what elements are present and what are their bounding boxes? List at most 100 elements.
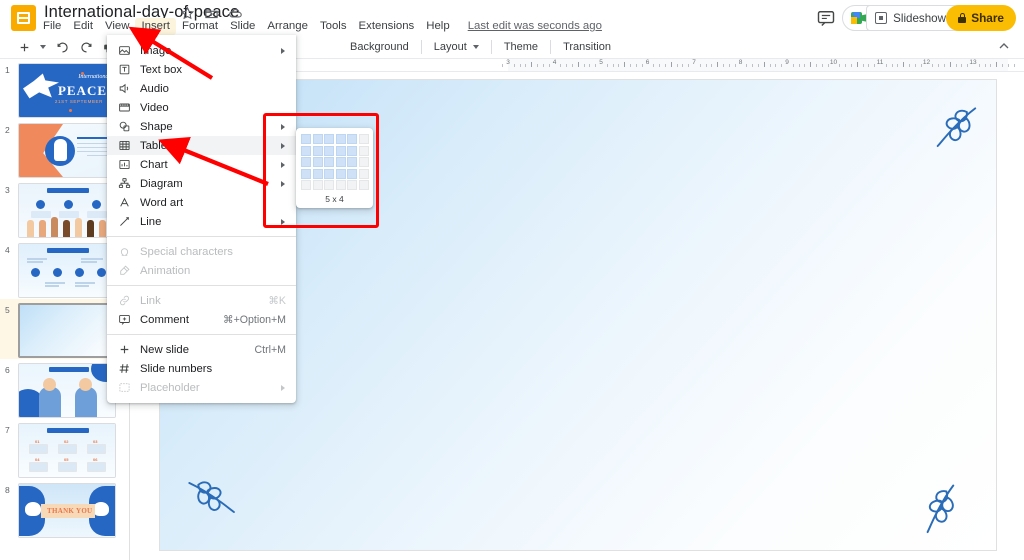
- menu-file[interactable]: File: [37, 18, 67, 35]
- ruler-tick: [1002, 64, 1004, 67]
- ruler-tick: [537, 64, 539, 67]
- menu-extensions[interactable]: Extensions: [353, 18, 421, 35]
- insert-menu-item-new-slide[interactable]: New slide Ctrl+M: [107, 340, 296, 359]
- ruler-tick: [746, 64, 748, 67]
- redo-button[interactable]: [74, 37, 98, 57]
- ruler-tick: [996, 62, 998, 67]
- ruler-tick: [1013, 64, 1015, 67]
- ruler-tick: [792, 64, 794, 67]
- slide-preview: [18, 363, 116, 418]
- menu-help[interactable]: Help: [420, 18, 455, 35]
- ruler-tick: [577, 62, 579, 67]
- menu-arrange[interactable]: Arrange: [261, 18, 314, 35]
- ruler-tick: [990, 64, 992, 67]
- insert-menu-item-placeholder: Placeholder: [107, 378, 296, 397]
- table-icon: [117, 139, 131, 153]
- comment-history-icon[interactable]: [816, 8, 836, 28]
- ruler-number: 10: [829, 59, 838, 66]
- ruler-tick: [914, 64, 916, 67]
- transition-button[interactable]: Transition: [556, 39, 618, 55]
- ruler-tick: [897, 64, 899, 67]
- insert-menu-item-label: Placeholder: [140, 381, 200, 394]
- ruler-tick: [542, 64, 544, 67]
- ruler-tick: [1007, 64, 1009, 67]
- ruler-tick: [868, 64, 870, 67]
- menu-shortcut: Ctrl+M: [254, 343, 287, 356]
- ruler-tick: [548, 64, 550, 67]
- ruler-number: 8: [738, 59, 743, 66]
- share-button[interactable]: Share: [946, 5, 1016, 31]
- ruler-tick: [502, 64, 504, 67]
- insert-menu-item-label: Audio: [140, 82, 169, 95]
- ruler-tick: [932, 64, 934, 67]
- menu-tools[interactable]: Tools: [314, 18, 353, 35]
- slideshow-button[interactable]: Slideshow: [866, 5, 956, 31]
- slide1-date: 21ST SEPTEMBER: [54, 99, 103, 104]
- slide-preview: THANK YOU: [18, 483, 116, 538]
- ruler-tick: [571, 64, 573, 67]
- ruler-tick: [856, 62, 858, 67]
- ruler-tick: [682, 64, 684, 67]
- ruler-tick: [885, 64, 887, 67]
- ruler-tick: [798, 64, 800, 67]
- ruler-tick: [763, 62, 765, 67]
- ruler-tick: [641, 64, 643, 67]
- ruler-tick: [705, 64, 707, 67]
- shape-icon: [117, 120, 131, 134]
- chart-icon: [117, 158, 131, 172]
- insert-menu-item-label: Line: [140, 215, 162, 228]
- ruler-tick: [821, 64, 823, 67]
- slide-number: 2: [5, 125, 10, 135]
- ruler-tick: [955, 64, 957, 67]
- annotation-arrow-insert: [128, 26, 214, 80]
- chevron-down-icon: [472, 45, 479, 50]
- insert-menu-item-link: Link ⌘K: [107, 291, 296, 310]
- ruler-number: 9: [785, 59, 789, 66]
- ruler-tick: [531, 62, 533, 67]
- olive-branch-icon: [176, 460, 250, 534]
- ruler-number: 4: [552, 59, 557, 66]
- menu-divider: [107, 285, 296, 286]
- ruler-tick: [804, 64, 806, 67]
- ruler-tick: [949, 62, 951, 67]
- ruler-tick: [938, 64, 940, 67]
- insert-menu-item-label: New slide: [140, 343, 189, 356]
- ruler-tick: [653, 64, 655, 67]
- slide1-peace-word: PEACE: [57, 83, 107, 98]
- slide-thumbnail-7[interactable]: 7 01 02 03 04 05 06: [0, 419, 129, 479]
- new-slide-dropdown-button[interactable]: [36, 37, 50, 57]
- insert-menu-item-special-characters: Special characters: [107, 242, 296, 261]
- link-icon: [117, 294, 131, 308]
- new-slide-button[interactable]: [12, 37, 36, 57]
- slide-number: 3: [5, 185, 10, 195]
- slide-thumbnail-8[interactable]: 8 THANK YOU: [0, 479, 129, 539]
- ruler-tick: [967, 64, 969, 67]
- slides-logo-icon: [11, 5, 36, 31]
- ruler-tick: [909, 64, 911, 67]
- last-edit-link[interactable]: Last edit was seconds ago: [468, 20, 602, 32]
- ruler-number: 5: [599, 59, 603, 66]
- olive-branch-icon: [906, 476, 972, 542]
- background-button[interactable]: Background: [343, 39, 416, 55]
- undo-button[interactable]: [50, 37, 74, 57]
- theme-button[interactable]: Theme: [497, 39, 545, 55]
- ruler-tick: [816, 64, 818, 67]
- insert-menu-item-comment[interactable]: Comment ⌘+Option+M: [107, 310, 296, 329]
- layout-button[interactable]: Layout: [427, 39, 486, 55]
- slide-number: 8: [5, 485, 10, 495]
- ruler-tick: [984, 64, 986, 67]
- toolbar-divider: [550, 40, 552, 54]
- menu-edit[interactable]: Edit: [67, 18, 99, 35]
- insert-menu-item-slide-numbers[interactable]: Slide numbers: [107, 359, 296, 378]
- ruler-number: 7: [692, 59, 696, 66]
- ruler-tick: [618, 64, 620, 67]
- collapse-menu-button[interactable]: [996, 38, 1014, 56]
- ruler-tick: [839, 64, 841, 67]
- ruler-tick: [943, 64, 945, 67]
- ruler-tick: [827, 64, 829, 67]
- insert-menu-item-label: Link: [140, 294, 161, 307]
- dove-illustration: [23, 73, 59, 99]
- slide-number: 1: [5, 65, 10, 75]
- placeholder-icon: [117, 381, 131, 395]
- diagram-icon: [117, 177, 131, 191]
